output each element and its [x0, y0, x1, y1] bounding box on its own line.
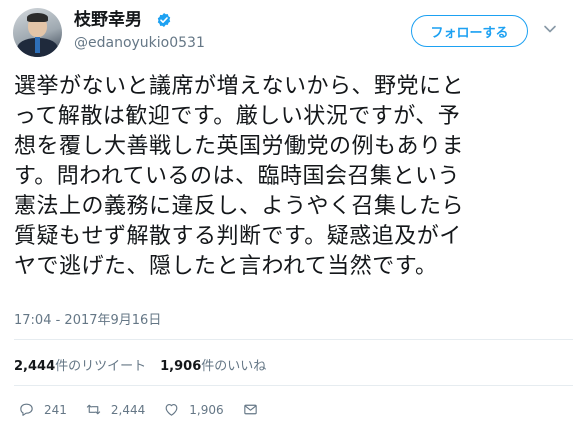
tweet-timestamp[interactable]: 17:04 - 2017年9月16日 [14, 309, 161, 328]
divider [14, 385, 573, 386]
tweet-card: 枝野幸男 @edanoyukio0531 フォローする 選挙がないと議席が増えな… [0, 0, 583, 432]
reply-button[interactable]: 241 [18, 401, 67, 418]
retweet-count: 2,444 [110, 402, 146, 417]
like-icon [165, 403, 178, 416]
tweet-text-line: 想を覆し大善戦した英国労働党の例もありま [14, 134, 465, 159]
like-stat-count: 1,906 [160, 359, 202, 374]
retweet-stat[interactable]: 2,444件のリツイート [14, 355, 146, 374]
retweet-icon [86, 404, 101, 415]
action-bar: 241 2,444 1,906 [18, 401, 286, 418]
tweet-text: 選挙がないと議席が増えないから、野党にと って解散は歓迎です。厳しい状況ですが、… [14, 72, 574, 282]
engagement-stats: 2,444件のリツイート 1,906件のいいね [14, 355, 266, 374]
direct-message-icon [243, 404, 257, 415]
reply-icon [20, 403, 33, 416]
avatar[interactable] [13, 8, 62, 57]
retweet-stat-label: 件のリツイート [55, 359, 147, 374]
tweet-text-line: 質疑もせず解散する判断です。疑惑追及がイ [14, 224, 462, 249]
tweet-text-line: す。問われているのは、臨時国会召集という [14, 164, 461, 189]
like-count: 1,906 [189, 402, 224, 417]
verified-badge-icon [157, 13, 171, 27]
display-name[interactable]: 枝野幸男 [74, 10, 142, 30]
divider [14, 339, 573, 340]
tweet-text-line: 選挙がないと議席が増えないから、野党にと [14, 74, 465, 99]
retweet-stat-count: 2,444 [14, 359, 56, 374]
user-handle[interactable]: @edanoyukio0531 [74, 34, 205, 52]
direct-message-button[interactable] [242, 401, 268, 418]
like-stat[interactable]: 1,906件のいいね [160, 355, 266, 374]
tweet-text-line: 憲法上の義務に違反し、ようやく召集したら [14, 194, 465, 219]
tweet-text-line: ヤで逃げた、隠したと言われて当然です。 [14, 254, 438, 279]
retweet-button[interactable]: 2,444 [85, 401, 145, 418]
reply-count: 241 [44, 402, 67, 417]
like-button[interactable]: 1,906 [163, 401, 224, 418]
follow-button[interactable]: フォローする [411, 15, 528, 47]
chevron-down-icon[interactable] [543, 22, 557, 36]
tweet-text-line: って解散は歓迎です。厳しい状況ですが、予 [14, 104, 461, 129]
like-stat-label: 件のいいね [201, 359, 267, 374]
